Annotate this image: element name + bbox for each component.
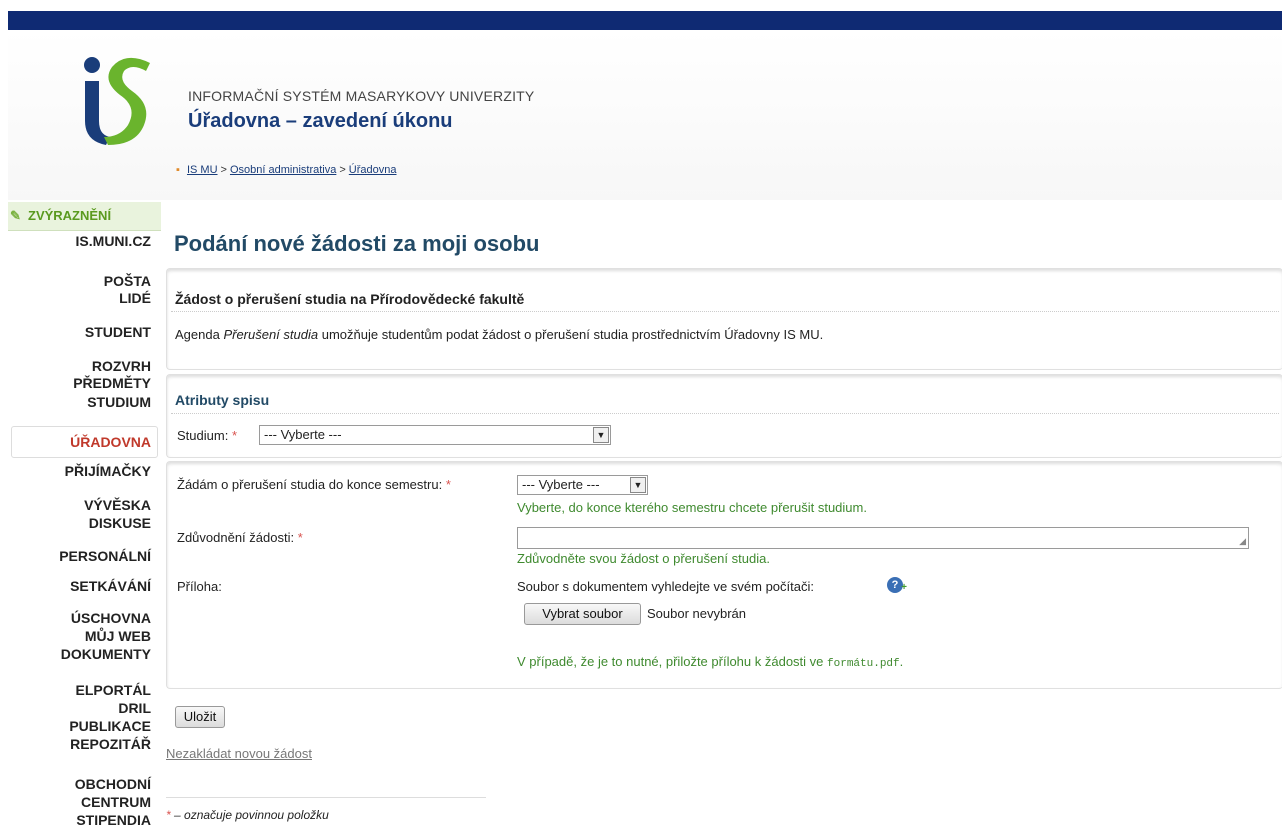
sidebar-item-diskuse[interactable]: DISKUSE xyxy=(89,515,151,532)
sidebar-item-muj-web[interactable]: MŮJ WEB xyxy=(85,628,151,645)
desc-agenda-name: Přerušení studia xyxy=(223,327,319,342)
breadcrumb-separator: > xyxy=(220,164,227,176)
breadcrumb-link-osobni-administrativa[interactable]: Osobní administrativa xyxy=(230,164,336,176)
plus-icon: + xyxy=(901,582,907,593)
sidebar-item-centrum[interactable]: CENTRUM xyxy=(81,794,151,811)
breadcrumb-link-uradovna[interactable]: Úřadovna xyxy=(349,164,397,176)
sidebar: ✎ ZVÝRAZNĚNÍ IS.MUNI.CZ POŠTA LIDÉ STUDE… xyxy=(8,200,163,832)
sidebar-item-lide[interactable]: LIDÉ xyxy=(119,290,151,307)
request-description: Agenda Přerušení studia umožňuje student… xyxy=(175,327,823,342)
semester-label: Žádám o přerušení studia do konce semest… xyxy=(177,477,451,492)
sidebar-item-publikace[interactable]: PUBLIKACE xyxy=(69,718,151,735)
semester-select-value: --- Vyberte --- xyxy=(522,477,600,492)
resize-handle-icon[interactable]: ◢ xyxy=(1239,536,1246,547)
divider xyxy=(171,311,1279,312)
sidebar-item-setkavani[interactable]: SETKÁVÁNÍ xyxy=(70,578,151,595)
cancel-link[interactable]: Nezakládat novou žádost xyxy=(166,746,312,761)
sidebar-item-elportal[interactable]: ELPORTÁL xyxy=(76,682,151,699)
desc-text: umožňuje studentům podat žádost o přeruš… xyxy=(318,327,824,342)
choose-file-button[interactable]: Vybrat soubor xyxy=(524,603,641,625)
sidebar-item-repozitar[interactable]: REPOZITÁŘ xyxy=(70,736,151,753)
semester-hint: Vyberte, do konce kterého semestru chcet… xyxy=(517,500,867,515)
attributes-panel: Atributy spisu Studium: * --- Vyberte --… xyxy=(166,374,1282,458)
app-title: Úřadovna – zavedení úkonu xyxy=(188,110,453,132)
reason-hint: Zdůvodněte svou žádost o přerušení studi… xyxy=(517,551,770,566)
sidebar-item-vyveska[interactable]: VÝVĚSKA xyxy=(84,497,151,514)
reason-label: Zdůvodnění žádosti: * xyxy=(177,530,303,545)
studium-label: Studium: * xyxy=(177,428,237,443)
file-status: Soubor nevybrán xyxy=(647,606,747,621)
sidebar-item-rozvrh[interactable]: ROZVRH xyxy=(92,358,151,375)
semester-select[interactable]: --- Vyberte --- ▼ xyxy=(517,475,648,495)
is-logo-icon[interactable] xyxy=(80,49,160,145)
sidebar-item-dril[interactable]: DRIL xyxy=(118,700,151,717)
highlight-label: ZVÝRAZNĚNÍ xyxy=(28,208,112,223)
request-form-panel: Žádám o přerušení studia do konce semest… xyxy=(166,461,1282,689)
breadcrumb: ▪ IS MU > Osobní administrativa > Úřadovna xyxy=(176,164,397,176)
system-title: INFORMAČNÍ SYSTÉM MASARYKOVY UNIVERZITY xyxy=(188,88,535,104)
sidebar-item-studium[interactable]: STUDIUM xyxy=(87,394,151,411)
attributes-heading: Atributy spisu xyxy=(175,392,270,408)
required-mark: * xyxy=(297,530,303,545)
sidebar-item-prijimacky[interactable]: PŘIJÍMAČKY xyxy=(65,463,151,480)
required-mark: * xyxy=(445,477,451,492)
attachment-hint: V případě, že je to nutné, přiložte příl… xyxy=(517,654,903,670)
sidebar-item-student[interactable]: STUDENT xyxy=(85,324,151,341)
request-heading: Žádost o přerušení studia na Přírodověde… xyxy=(175,291,525,307)
help-icon[interactable]: ? + xyxy=(887,577,907,593)
page-title: Podání nové žádosti za moji osobu xyxy=(174,231,540,256)
sidebar-item-predmety[interactable]: PŘEDMĚTY xyxy=(73,375,151,392)
reason-textarea[interactable]: ◢ xyxy=(517,527,1249,549)
bullet-icon: ▪ xyxy=(176,164,180,176)
required-mark: * xyxy=(231,428,237,443)
top-bar xyxy=(8,11,1282,30)
hint-text: V případě, že je to nutné, přiložte příl… xyxy=(517,654,828,669)
sidebar-item-uradovna[interactable]: ÚŘADOVNA xyxy=(11,426,158,458)
footnote-text: – označuje povinnou položku xyxy=(170,808,329,822)
studium-select[interactable]: --- Vyberte --- ▼ xyxy=(259,425,611,445)
sidebar-item-obchodni[interactable]: OBCHODNÍ xyxy=(75,776,151,793)
highlight-toggle[interactable]: ✎ ZVÝRAZNĚNÍ xyxy=(8,202,161,231)
footnote: * – označuje povinnou položku xyxy=(166,808,329,822)
breadcrumb-link-is-mu[interactable]: IS MU xyxy=(187,164,218,176)
divider xyxy=(171,413,1279,414)
attachment-prompt: Soubor s dokumentem vyhledejte ve svém p… xyxy=(517,579,814,594)
chevron-down-icon: ▼ xyxy=(630,477,646,493)
attachment-label: Příloha: xyxy=(177,579,222,594)
pencil-icon: ✎ xyxy=(10,208,21,223)
chevron-down-icon: ▼ xyxy=(593,427,609,443)
save-button[interactable]: Uložit xyxy=(175,706,225,728)
sidebar-item-is-muni-cz[interactable]: IS.MUNI.CZ xyxy=(76,233,151,250)
sidebar-item-dokumenty[interactable]: DOKUMENTY xyxy=(61,646,151,663)
studium-label-text: Studium: xyxy=(177,428,229,443)
sidebar-item-stipendia[interactable]: STIPENDIA xyxy=(76,812,151,829)
sidebar-item-personalni[interactable]: PERSONÁLNÍ xyxy=(59,548,151,565)
sidebar-item-uschovna[interactable]: ÚSCHOVNA xyxy=(71,610,151,627)
request-info-panel: Žádost o přerušení studia na Přírodověde… xyxy=(166,268,1282,370)
breadcrumb-separator: > xyxy=(339,164,346,176)
reason-label-text: Zdůvodnění žádosti: xyxy=(177,530,295,545)
semester-label-text: Žádám o přerušení studia do konce semest… xyxy=(177,477,443,492)
footnote-divider xyxy=(166,797,486,798)
sidebar-item-label: ÚŘADOVNA xyxy=(70,434,151,450)
hint-format: formátu.pdf xyxy=(827,658,900,670)
sidebar-item-posta[interactable]: POŠTA xyxy=(104,273,151,290)
hint-text: . xyxy=(899,654,904,669)
studium-select-value: --- Vyberte --- xyxy=(264,427,342,442)
desc-text: Agenda xyxy=(175,327,224,342)
